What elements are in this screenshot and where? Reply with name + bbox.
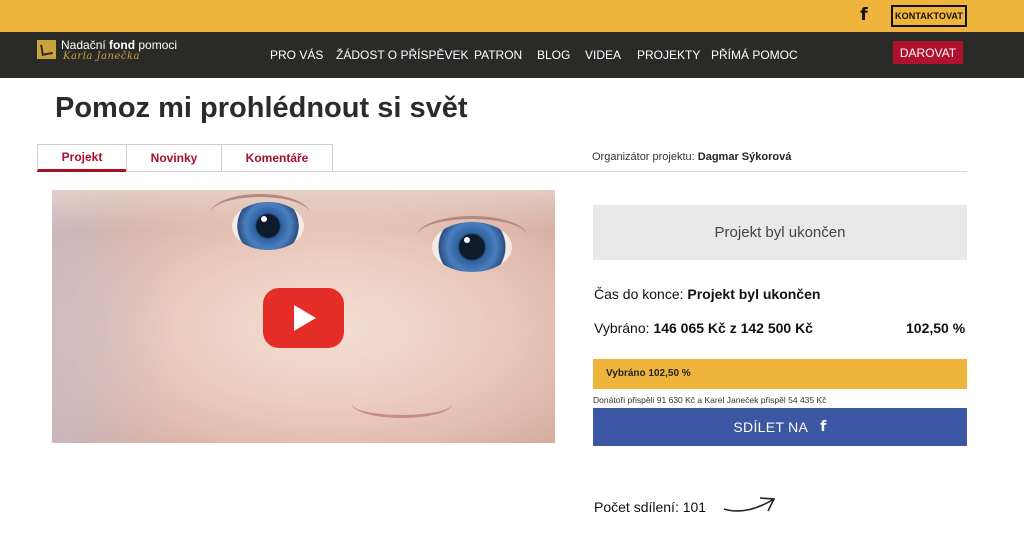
nav-item-projekty[interactable]: PROJEKTY	[637, 48, 700, 62]
donate-button[interactable]: DAROVAT	[893, 41, 963, 64]
share-label: SDÍLET NA	[733, 419, 809, 435]
share-facebook-button[interactable]: SDÍLET NA f	[593, 408, 967, 446]
contact-button[interactable]: KONTAKTOVAT	[891, 5, 967, 27]
page-title: Pomoz mi prohlédnout si svět	[55, 92, 468, 124]
donors-note: Donátoři přispěli 91 630 Kč a Karel Jane…	[593, 395, 827, 405]
funding-progress-label: Vybráno 102,50 %	[606, 368, 691, 379]
time-remaining-value: Projekt byl ukončen	[687, 286, 821, 302]
tab-projekt[interactable]: Projekt	[37, 144, 127, 172]
youtube-play-icon[interactable]	[263, 288, 344, 348]
facebook-icon: f	[820, 419, 827, 435]
nav-item-videa[interactable]: VIDEA	[585, 48, 621, 62]
logo-text: Nadační fond pomoci	[61, 38, 178, 52]
nav-item-prima-pomoc[interactable]: PŘÍMÁ POMOC	[711, 48, 798, 62]
logo-signature: Karla Janečka	[63, 51, 141, 62]
tab-komentare[interactable]: Komentáře	[221, 144, 333, 172]
tab-novinky[interactable]: Novinky	[126, 144, 222, 172]
arrow-icon	[723, 497, 776, 512]
funding-progress-bar: Vybráno 102,50 %	[593, 359, 967, 389]
nav-item-zadost[interactable]: ŽÁDOST O PŘÍSPĚVEK	[336, 48, 468, 62]
facebook-icon[interactable]: f	[856, 5, 872, 25]
baby-eye-right	[432, 222, 512, 272]
project-status-box: Projekt byl ukončen	[593, 205, 967, 260]
time-remaining: Čas do konce: Projekt byl ukončen	[594, 286, 821, 302]
baby-eye-left	[232, 202, 304, 250]
share-count: Počet sdílení: 101	[594, 499, 707, 515]
project-organizer: Organizátor projektu: Dagmar Sýkorová	[592, 151, 792, 163]
baby-mouth	[352, 390, 452, 418]
amount-raised-value: 146 065 Kč z 142 500 Kč	[653, 320, 813, 336]
nav-item-blog[interactable]: BLOG	[537, 48, 570, 62]
nav-item-patron[interactable]: PATRON	[474, 48, 522, 62]
organizer-name: Dagmar Sýkorová	[697, 151, 792, 163]
amount-raised: Vybráno: 146 065 Kč z 142 500 Kč	[594, 320, 813, 336]
nav-item-pro-vas[interactable]: PRO VÁS	[270, 48, 323, 62]
raised-percent: 102,50 %	[906, 320, 966, 336]
logo[interactable]: Nadační fond pomoci Karla Janečka	[37, 38, 177, 64]
project-video[interactable]	[52, 190, 555, 443]
logo-mark-icon	[37, 40, 56, 59]
